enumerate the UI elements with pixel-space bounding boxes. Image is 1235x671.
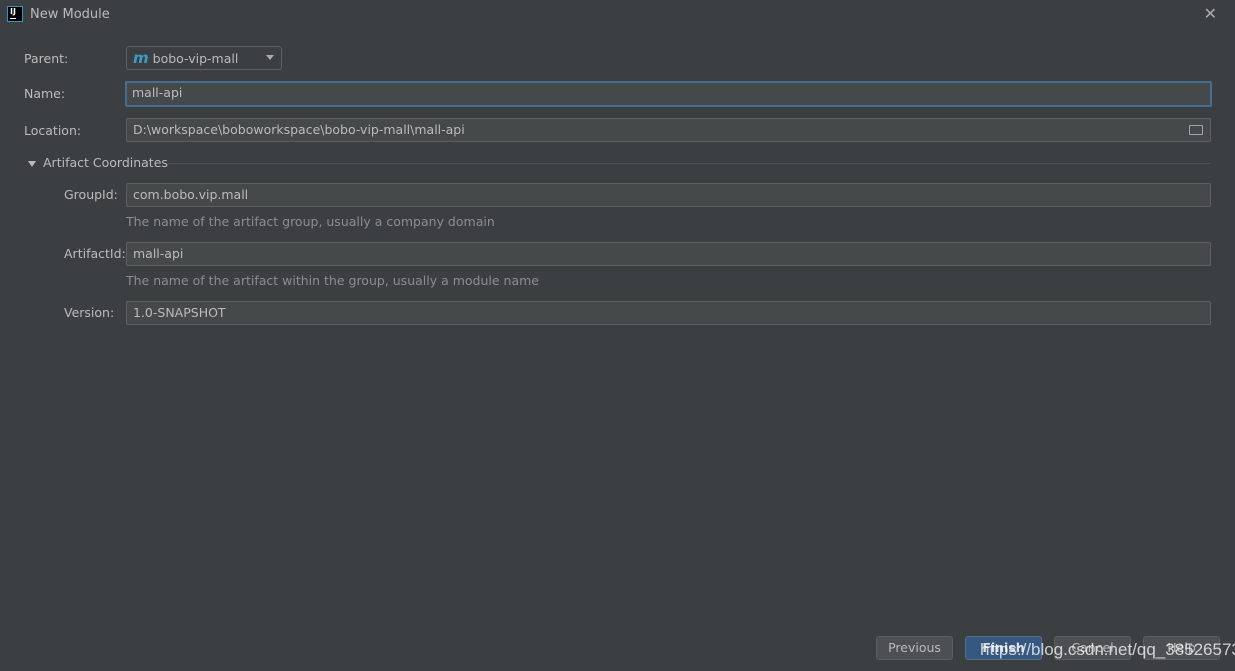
artifactid-label: ArtifactId: [64,246,126,261]
artifact-coordinates-toggle[interactable]: Artifact Coordinates [28,155,168,170]
chevron-down-icon [266,55,274,60]
location-label: Location: [24,123,82,138]
close-icon[interactable]: ✕ [1204,4,1217,23]
location-input[interactable]: D:\workspace\boboworkspace\bobo-vip-mall… [126,118,1211,142]
folder-browse-icon[interactable] [1189,125,1203,135]
artifactid-hint: The name of the artifact within the grou… [126,273,539,288]
previous-button[interactable]: Previous [876,636,953,660]
parent-label: Parent: [24,51,69,66]
parent-dropdown[interactable]: m bobo-vip-mall [126,46,282,70]
parent-value: bobo-vip-mall [152,51,239,66]
maven-module-icon: m [133,49,149,67]
name-input[interactable]: mall-api [125,81,1212,107]
artifactid-input[interactable]: mall-api [126,242,1211,266]
groupid-label: GroupId: [64,187,118,202]
triangle-down-icon [28,160,36,167]
intellij-logo-icon: IJ [7,6,23,22]
groupid-input[interactable]: com.bobo.vip.mall [126,183,1211,207]
name-label: Name: [24,86,66,101]
section-divider [168,163,1211,164]
groupid-hint: The name of the artifact group, usually … [126,214,495,229]
version-label: Version: [64,305,115,320]
cancel-button[interactable]: Cancel [1054,636,1131,660]
window-title: New Module [30,7,110,22]
help-button[interactable]: Help [1143,636,1220,660]
version-input[interactable]: 1.0-SNAPSHOT [126,301,1211,325]
section-title: Artifact Coordinates [43,155,168,170]
finish-button[interactable]: Finish [965,636,1042,660]
location-value: D:\workspace\boboworkspace\bobo-vip-mall… [133,122,465,137]
